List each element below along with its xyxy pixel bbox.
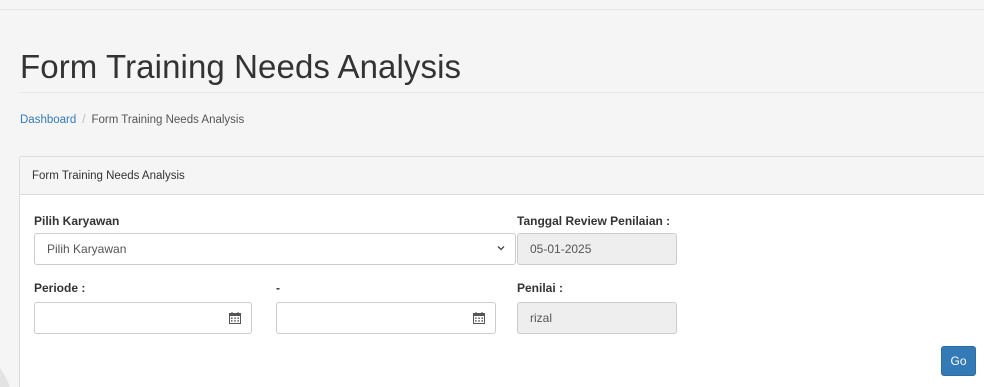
title-divider [20, 92, 984, 93]
review-date-label: Tanggal Review Penilaian : [517, 214, 671, 228]
assessor-label: Penilai : [517, 281, 564, 295]
review-date-field: 05-01-2025 [517, 233, 677, 265]
page-title: Form Training Needs Analysis [20, 48, 462, 85]
calendar-icon[interactable] [473, 312, 485, 324]
calendar-icon[interactable] [229, 312, 241, 324]
form-panel: Form Training Needs Analysis Pilih Karya… [19, 156, 984, 387]
top-divider [0, 9, 984, 10]
breadcrumb-separator: / [82, 114, 86, 126]
breadcrumb-current: Form Training Needs Analysis [91, 114, 245, 126]
chevron-down-icon [497, 246, 505, 251]
period-separator-label: - [276, 281, 280, 295]
employee-select[interactable]: Pilih Karyawan [34, 233, 516, 265]
breadcrumb-dashboard-link[interactable]: Dashboard [20, 114, 76, 126]
period-end-input[interactable] [276, 302, 496, 334]
breadcrumb: Dashboard / Form Training Needs Analysis [20, 114, 244, 126]
page-header: Form Training Needs Analysis Dashboard / F… [0, 0, 984, 140]
panel-heading: Form Training Needs Analysis [20, 157, 984, 195]
period-start-input[interactable] [34, 302, 252, 334]
go-button[interactable]: Go [941, 346, 976, 376]
period-label: Periode : [34, 281, 86, 295]
assessor-field: rizal [517, 302, 677, 334]
employee-select-value: Pilih Karyawan [47, 242, 127, 256]
employee-label: Pilih Karyawan [34, 214, 120, 228]
corner-decoration [0, 368, 10, 387]
